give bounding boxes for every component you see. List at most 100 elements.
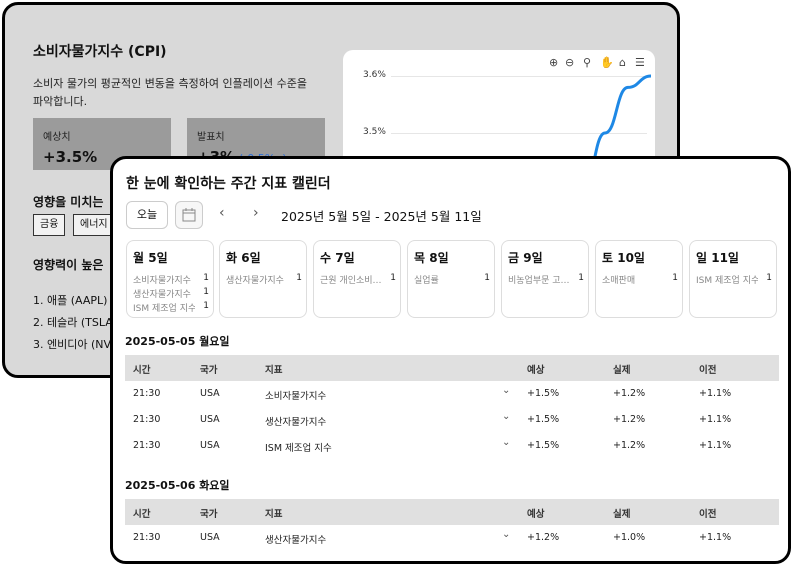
day-card[interactable]: 수 7일근원 개인소비… 1 (313, 240, 401, 318)
column-header: 지표 (265, 365, 283, 376)
high-impact-title: 영향력이 높은 (33, 258, 104, 272)
event-count: 1 (672, 273, 678, 283)
event-name: 실업률 (414, 276, 439, 286)
stock-item-1[interactable]: 1. 애플 (AAPL) (33, 292, 107, 308)
day-label: 토 10일 (602, 251, 645, 265)
column-header: 시간 (133, 365, 151, 376)
day-event: 생산자물가지수 1 (226, 273, 302, 289)
cell-previous: +1.1% (699, 414, 732, 425)
table-row[interactable]: 21:30 USA 생산자물가지수 +1.2% +1.0% +1.1% ⌄ (125, 525, 779, 551)
stock-item-2[interactable]: 2. 테슬라 (TSLA) (33, 314, 117, 330)
cell-indicator: 생산자물가지수 (265, 535, 327, 546)
prev-week-button[interactable]: ‹ (219, 205, 225, 221)
day-event: 소매판매 1 (602, 273, 678, 289)
day-card[interactable]: 일 11일 ISM 제조업 지수 1 (689, 240, 777, 318)
day-card[interactable]: 화 6일생산자물가지수 1 (219, 240, 307, 318)
column-header: 국가 (200, 365, 218, 376)
day-event: 실업률 1 (414, 273, 490, 289)
table-header: 시간 국가 지표 예상 실제 이전 (125, 355, 779, 381)
next-week-button[interactable]: › (253, 205, 259, 221)
day-label: 수 7일 (320, 251, 355, 265)
chevron-down-icon[interactable]: ⌄ (502, 529, 510, 540)
day-label: 목 8일 (414, 251, 449, 265)
day-card[interactable]: 목 8일실업률 1 (407, 240, 495, 318)
table-row[interactable]: 21:30 USA 생산자물가지수 +1.5% +1.2% +1.1% ⌄ (125, 407, 779, 433)
cell-previous: +1.1% (699, 388, 732, 399)
cell-country: USA (200, 414, 220, 425)
table-row[interactable]: 21:30 USA 소비자물가지수 +1.5% +1.2% +1.1% ⌄ (125, 381, 779, 407)
cell-actual: +1.2% (613, 440, 646, 451)
day-card[interactable]: 월 5일소비자물가지수 1 생산자물가지수 1 ISM 제조업 지수 1 (126, 240, 214, 318)
table-header: 시간 국가 지표 예상 실제 이전 (125, 499, 779, 525)
cell-previous: +1.1% (699, 532, 732, 543)
cell-country: USA (200, 388, 220, 399)
day-event: ISM 제조업 지수 1 (133, 301, 209, 317)
forecast-label: 예상치 (43, 132, 71, 143)
section-date: 2025-05-05 월요일 (125, 335, 230, 348)
day-event: 근원 개인소비… 1 (320, 273, 396, 289)
cell-time: 21:30 (133, 414, 161, 425)
weekly-calendar-card: 한 눈에 확인하는 주간 지표 캘린더 오늘 ‹ › 2025년 5월 5일 -… (110, 156, 791, 564)
cell-forecast: +1.5% (527, 388, 560, 399)
chevron-down-icon[interactable]: ⌄ (502, 437, 510, 448)
affected-sectors-title: 영향을 미치는 (33, 195, 104, 209)
cell-country: USA (200, 440, 220, 451)
actual-label: 발표치 (197, 132, 225, 143)
event-count: 1 (390, 273, 396, 283)
event-name: 생산자물가지수 (226, 276, 284, 286)
column-header: 국가 (200, 509, 218, 520)
cpi-description: 소비자 물가의 평균적인 변동을 측정하여 인플레이션 수준을 파악합니다. (33, 77, 307, 108)
cell-actual: +1.0% (613, 532, 646, 543)
cell-time: 21:30 (133, 440, 161, 451)
event-name: 소매판매 (602, 276, 636, 286)
day-card[interactable]: 토 10일소매판매 1 (595, 240, 683, 318)
cell-indicator: 생산자물가지수 (265, 417, 327, 428)
day-event: 비농업부문 고… 1 (508, 273, 584, 289)
event-name: 생산자물가지수 (133, 290, 191, 300)
day-label: 월 5일 (133, 251, 168, 265)
event-count: 1 (484, 273, 490, 283)
calendar-title: 한 눈에 확인하는 주간 지표 캘린더 (126, 176, 331, 192)
chevron-down-icon[interactable]: ⌄ (502, 385, 510, 396)
column-header: 시간 (133, 509, 151, 520)
event-count: 1 (203, 273, 209, 283)
event-count: 1 (203, 287, 209, 297)
calendar-button[interactable] (175, 201, 203, 229)
event-name: 소비자물가지수 (133, 276, 191, 286)
stock-item-3[interactable]: 3. 엔비디아 (NVD (33, 336, 119, 352)
column-header: 이전 (699, 365, 717, 376)
day-card[interactable]: 금 9일비농업부문 고… 1 (501, 240, 589, 318)
chevron-down-icon[interactable]: ⌄ (502, 411, 510, 422)
day-label: 화 6일 (226, 251, 261, 265)
cell-forecast: +1.2% (527, 532, 560, 543)
event-name: ISM 제조업 지수 (133, 304, 195, 314)
event-count: 1 (203, 301, 209, 311)
today-button[interactable]: 오늘 (126, 201, 168, 229)
cell-actual: +1.2% (613, 414, 646, 425)
event-count: 1 (766, 273, 772, 283)
cpi-title: 소비자물가지수 (CPI) (33, 44, 167, 60)
cell-previous: +1.1% (699, 440, 732, 451)
section-date: 2025-05-06 화요일 (125, 479, 230, 492)
cell-forecast: +1.5% (527, 414, 560, 425)
forecast-value: +3.5% (43, 148, 98, 166)
day-label: 금 9일 (508, 251, 543, 265)
cell-indicator: 소비자물가지수 (265, 391, 327, 402)
calendar-icon (182, 208, 196, 222)
event-count: 1 (296, 273, 302, 283)
day-event: ISM 제조업 지수 1 (696, 273, 772, 289)
column-header: 실제 (613, 509, 631, 520)
event-name: 비농업부문 고… (508, 276, 570, 286)
cell-forecast: +1.5% (527, 440, 560, 451)
tag-energy[interactable]: 에너지 (73, 214, 115, 236)
table-row[interactable]: 21:30 USA ISM 제조업 지수 +1.5% +1.2% +1.1% ⌄ (125, 433, 779, 459)
column-header: 지표 (265, 509, 283, 520)
event-name: ISM 제조업 지수 (696, 276, 758, 286)
column-header: 예상 (527, 365, 545, 376)
date-range: 2025년 5월 5일 - 2025년 5월 11일 (281, 209, 482, 224)
cell-country: USA (200, 532, 220, 543)
tag-finance[interactable]: 금융 (33, 214, 66, 236)
column-header: 이전 (699, 509, 717, 520)
cell-time: 21:30 (133, 388, 161, 399)
cell-actual: +1.2% (613, 388, 646, 399)
